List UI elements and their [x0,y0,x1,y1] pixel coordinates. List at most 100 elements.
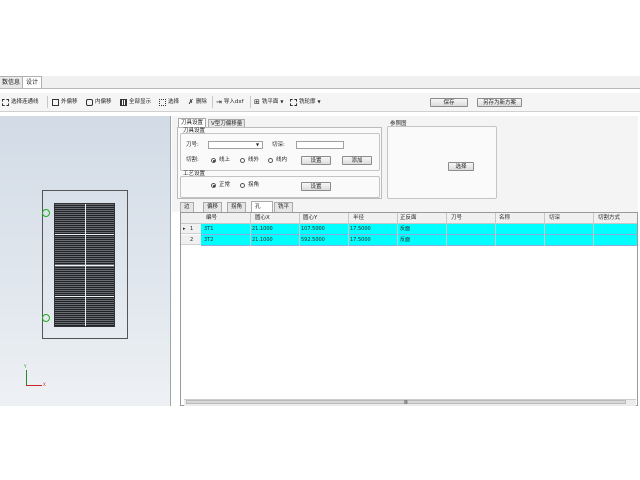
col-header-side[interactable]: 正反面 [400,213,417,223]
cell-side[interactable]: 反面 [400,235,410,245]
cut-depth-input[interactable] [296,141,344,149]
cell-radius[interactable]: 17.5000 [350,224,371,234]
scroll-grip-icon: ▥ [404,399,408,404]
axis-y-label: Y [24,364,27,369]
delete-icon: ✗ [188,98,194,106]
hatched-panel [54,203,115,327]
tab-corner[interactable]: 拐角 [227,202,247,212]
col-header-center-x[interactable]: 圆心X [255,213,270,223]
mill-contour-dropdown[interactable]: 铣轮廓 ▼ [290,97,321,107]
tab-design[interactable]: 设计 [22,76,43,88]
current-row-marker-icon: ▸ [183,226,186,232]
grid-column-line [397,213,398,246]
grid-column-line [299,213,300,246]
show-all-label: 全部显示 [129,99,152,105]
panel-divider [55,296,114,297]
cut-depth-label: 切深: [272,142,285,148]
tab-mill-plane[interactable]: 铣平 [274,202,294,212]
select-button[interactable]: 选择 [159,97,179,107]
tab-edge[interactable]: 边 [180,202,194,212]
panel-divider [55,265,114,266]
row-index: 2 [190,237,194,243]
tab-hole[interactable]: 孔 [251,201,273,212]
cell-number[interactable]: 3T2 [204,235,213,245]
tool-groupbox [180,133,380,171]
tab-offset[interactable]: 偏移 [203,202,223,212]
hole-marker-1[interactable] [42,209,50,217]
document-tab-strip [0,76,640,89]
col-header-cut-depth[interactable]: 切深 [549,213,560,223]
cut-inside-radio[interactable] [268,158,273,163]
cell-center-x[interactable]: 21.1000 [252,224,273,234]
process-corner-radio[interactable] [240,183,245,188]
select-chain-icon [2,98,9,106]
show-all-button[interactable]: 全部显示 [120,97,151,107]
select-icon [159,98,166,106]
reference-select-button[interactable]: 选择 [448,162,474,171]
cell-number[interactable]: 3T1 [204,224,213,234]
import-dxf-label: 导入dxf [223,99,244,105]
cut-outside-radio[interactable] [240,158,245,163]
process-normal-label: 正常 [219,182,231,188]
inner-offset-button[interactable]: 内偏移 [86,97,112,107]
cut-on-line-label: 线上 [219,157,231,163]
cut-label: 切割: [186,157,199,163]
hole-marker-2[interactable] [42,314,50,322]
tool-setup-button[interactable]: 设置 [301,156,331,165]
reference-groupbox [387,126,497,199]
mill-plane-dropdown[interactable]: ⊞ 铣平面 ▼ [254,97,283,107]
mill-contour-icon [290,98,297,106]
process-normal-radio[interactable] [211,183,216,188]
panel-divider [55,234,114,235]
col-header-radius[interactable]: 半径 [353,213,364,223]
cut-outside-label: 线外 [248,157,260,163]
outer-offset-icon [52,98,59,106]
mill-contour-label: 铣轮廓 [299,99,316,105]
grid-column-line [250,213,251,246]
cell-center-y[interactable]: 107.5000 [301,224,325,234]
save-as-new-button[interactable]: 另存为新方案 [477,98,522,107]
save-button[interactable]: 保存 [430,98,468,107]
delete-label: 删除 [195,99,207,105]
tab-params[interactable]: 数信息 [0,76,25,88]
process-setup-button[interactable]: 设置 [301,182,331,191]
chevron-down-icon: ▼ [317,99,321,104]
tool-no-label: 刀号: [186,142,199,148]
grid-column-line [348,213,349,246]
import-dxf-button[interactable]: ⇥ 导入dxf [216,97,244,107]
mill-plane-label: 铣平面 [261,99,279,105]
cut-inside-label: 线内 [276,157,288,163]
axis-y-line [26,370,27,385]
cut-on-line-radio[interactable] [211,158,216,163]
outer-offset-label: 外偏移 [61,99,78,105]
cell-center-x[interactable]: 21.1000 [252,235,273,245]
cell-center-y[interactable]: 592.5000 [301,235,325,245]
col-header-name[interactable]: 名称 [499,213,510,223]
col-header-center-y[interactable]: 圆心Y [303,213,317,223]
select-chain-label: 选择连通线 [11,99,39,105]
inner-offset-icon [86,98,93,106]
cell-radius[interactable]: 17.5000 [350,235,371,245]
grid-column-line [446,213,447,246]
col-header-tool-no[interactable]: 刀号 [451,213,462,223]
process-groupbox [180,176,380,198]
select-label: 选择 [168,99,180,105]
tool-no-combo[interactable] [208,141,263,149]
delete-button[interactable]: ✗ 删除 [188,97,207,107]
mill-plane-icon: ⊞ [254,98,260,106]
col-header-cut-mode[interactable]: 切割方式 [598,213,620,223]
import-icon: ⇥ [216,98,222,106]
grid-column-line [593,213,594,246]
add-tool-button[interactable]: 添加 [342,156,372,165]
select-chain-button[interactable]: 选择连通线 [2,97,39,107]
chevron-down-icon[interactable]: ▼ [256,142,259,147]
cell-side[interactable]: 反面 [400,224,410,234]
outer-offset-button[interactable]: 外偏移 [52,97,78,107]
toolbar-separator [212,96,213,108]
process-corner-label: 拐角 [248,182,260,188]
toolbar-separator [47,96,48,108]
toolbar-separator [250,96,251,108]
axis-x-label: X [43,382,46,387]
inner-offset-label: 内偏移 [95,99,112,105]
col-header-number[interactable]: 编号 [206,213,217,223]
